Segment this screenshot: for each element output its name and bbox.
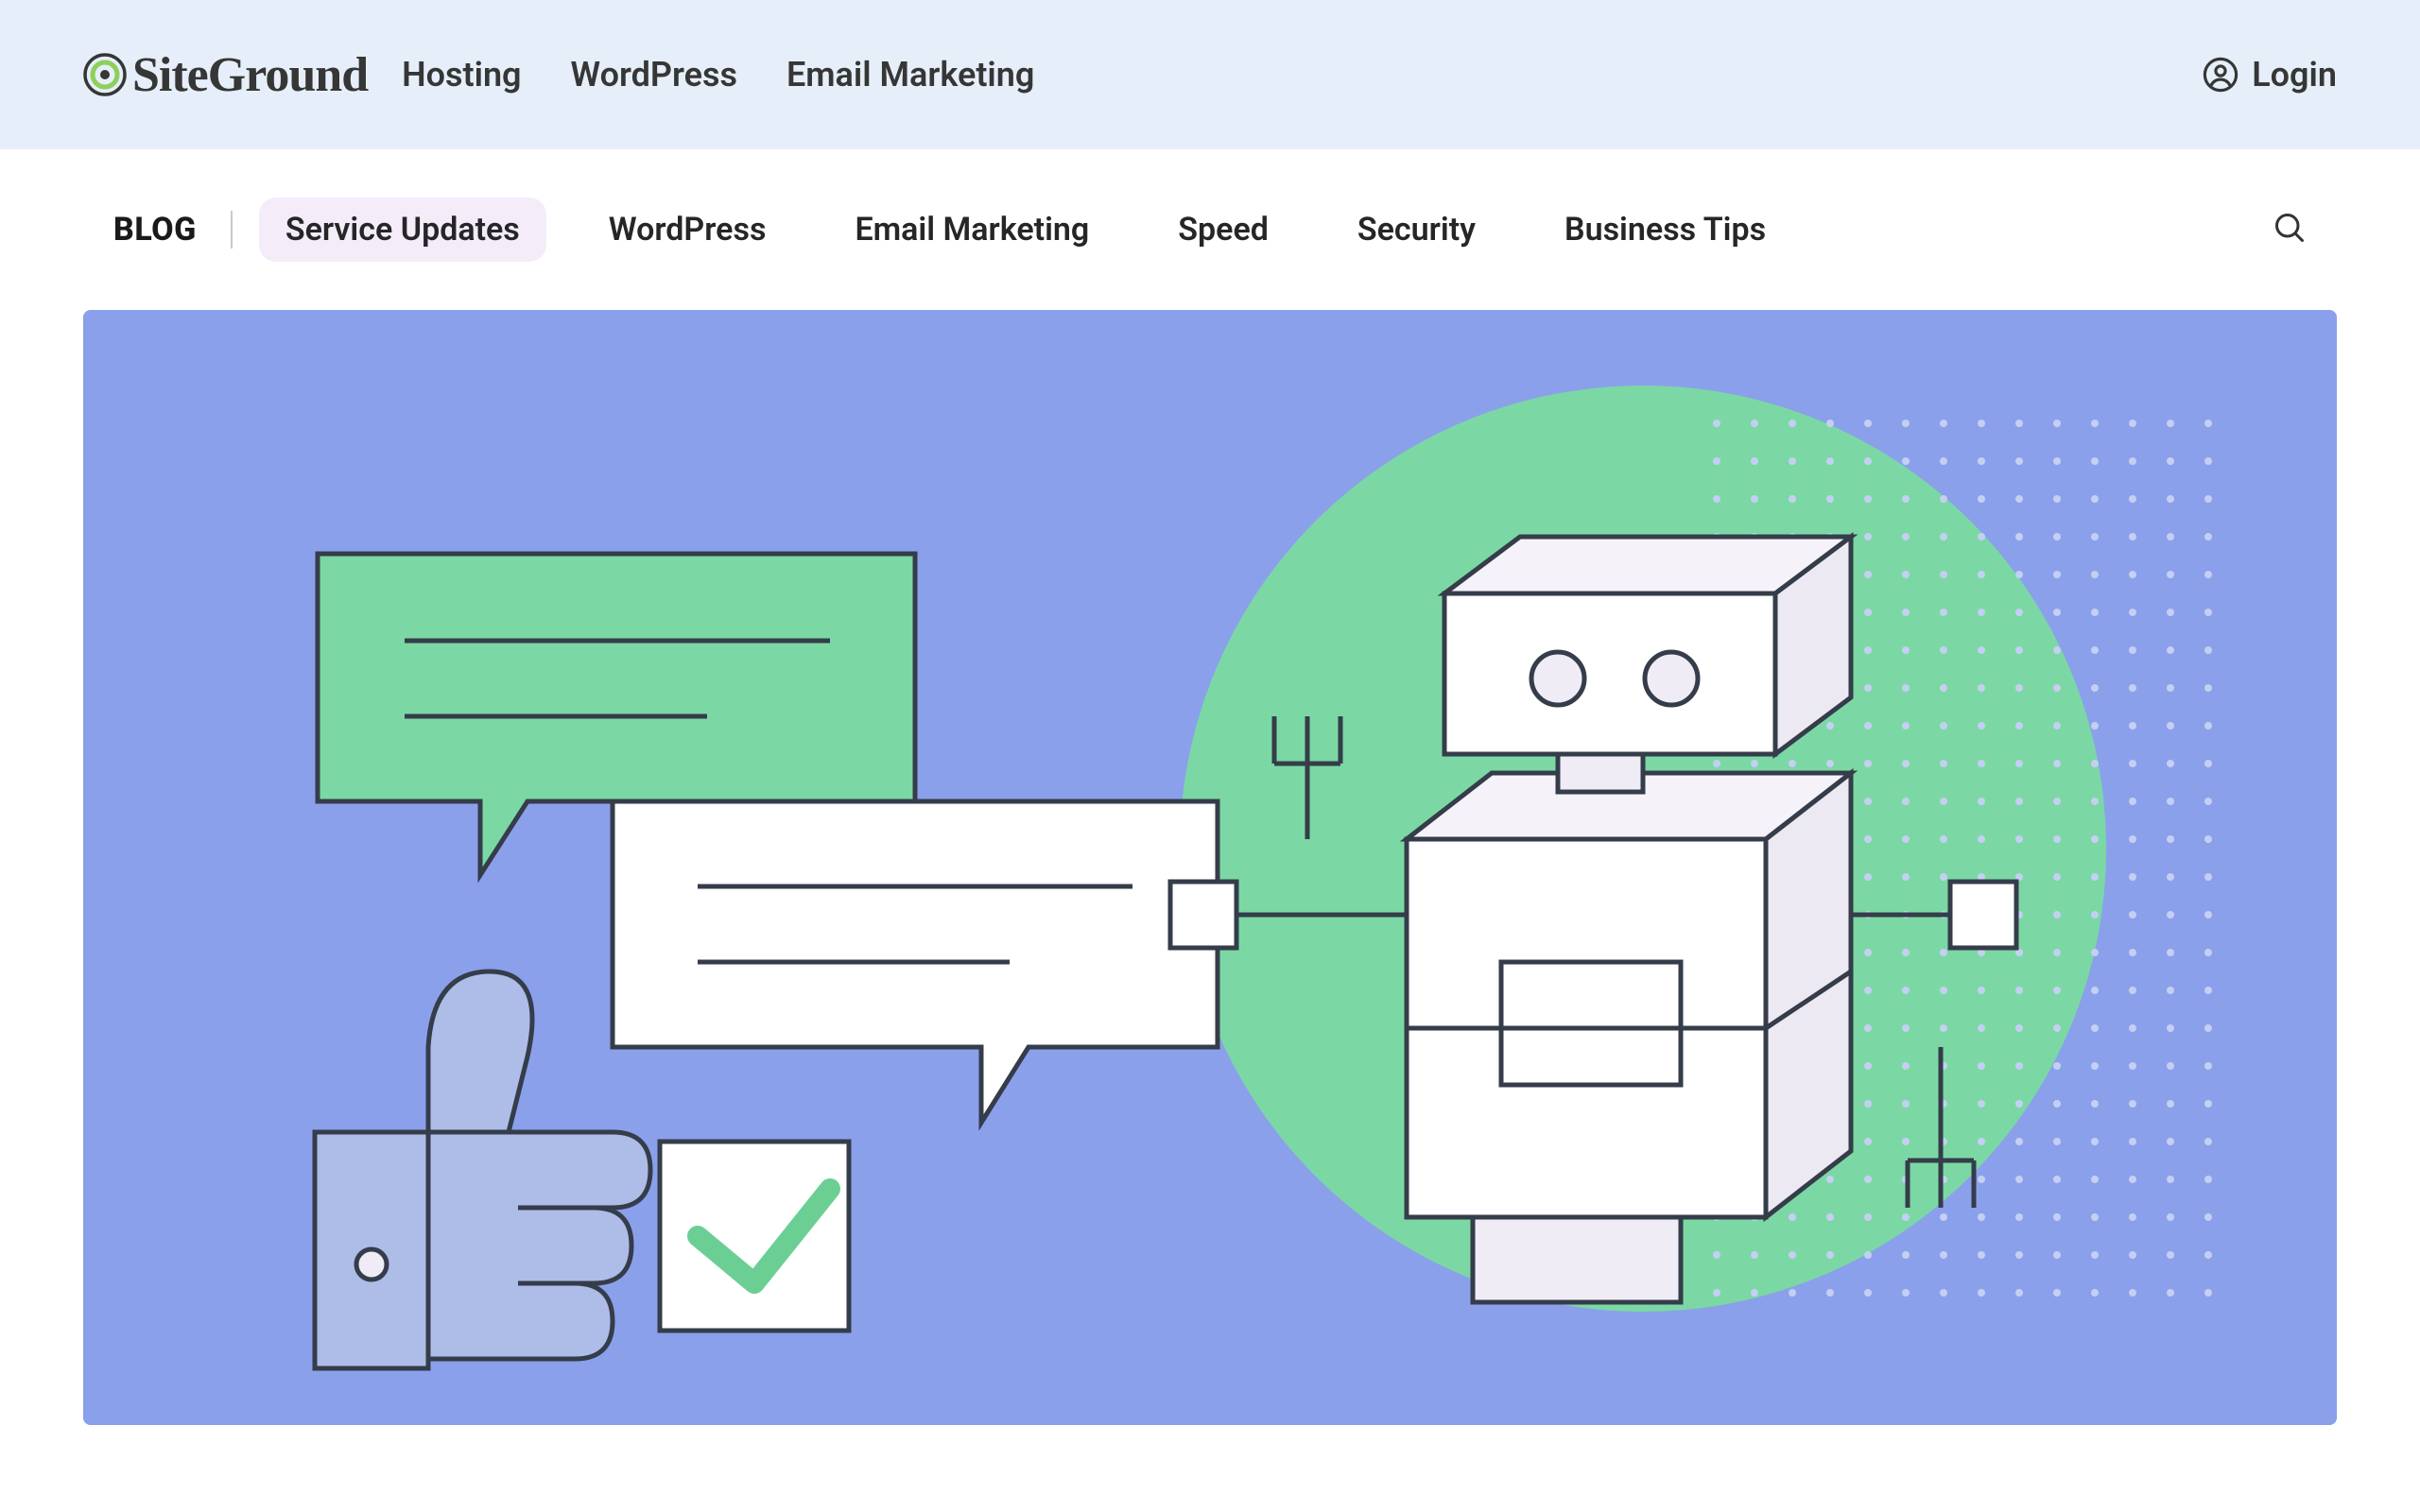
divider bbox=[231, 211, 233, 249]
blog-subheader: BLOG Service Updates WordPress Email Mar… bbox=[0, 149, 2420, 310]
nav-email-marketing[interactable]: Email Marketing bbox=[786, 55, 1034, 94]
nav-hosting[interactable]: Hosting bbox=[402, 55, 521, 94]
tab-business-tips[interactable]: Business Tips bbox=[1538, 198, 1792, 262]
brand-logo[interactable]: SiteGround bbox=[83, 47, 368, 103]
login-label: Login bbox=[2252, 55, 2337, 94]
tab-wordpress[interactable]: WordPress bbox=[582, 198, 793, 262]
tab-speed[interactable]: Speed bbox=[1151, 198, 1295, 262]
hero-illustration bbox=[83, 310, 2337, 1425]
blog-label: BLOG bbox=[113, 211, 197, 249]
user-icon bbox=[2203, 57, 2238, 93]
tab-service-updates[interactable]: Service Updates bbox=[259, 198, 546, 262]
primary-nav: Hosting WordPress Email Marketing bbox=[402, 55, 1034, 94]
siteground-logo-icon bbox=[83, 53, 127, 96]
top-header: SiteGround Hosting WordPress Email Marke… bbox=[0, 0, 2420, 149]
blog-category-nav: Service Updates WordPress Email Marketin… bbox=[259, 198, 1792, 262]
brand-name: SiteGround bbox=[132, 47, 368, 103]
tab-email-marketing[interactable]: Email Marketing bbox=[828, 198, 1115, 262]
hero-section bbox=[0, 310, 2420, 1425]
nav-wordpress[interactable]: WordPress bbox=[571, 55, 737, 94]
search-icon[interactable] bbox=[2273, 211, 2307, 249]
tab-security[interactable]: Security bbox=[1331, 198, 1502, 262]
login-link[interactable]: Login bbox=[2203, 55, 2337, 94]
